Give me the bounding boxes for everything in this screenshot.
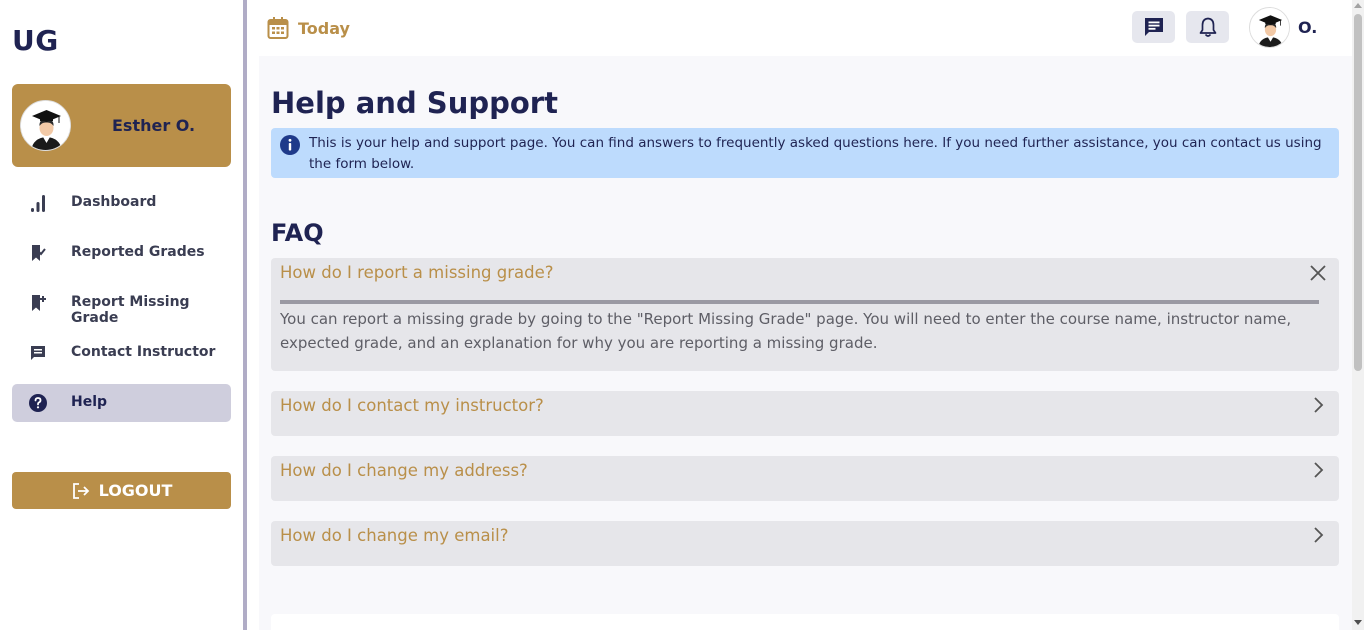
topbar: Today O. [247,0,1352,56]
sidebar: UG Esther O. Dashboard Reported Grades R… [0,0,243,630]
close-icon[interactable] [1309,264,1327,282]
graduate-avatar-icon [21,101,70,150]
notifications-button[interactable] [1186,11,1229,43]
user-initial[interactable]: O. [1298,18,1317,37]
sidebar-divider [243,0,247,630]
profile-name: Esther O. [112,116,196,135]
chat-icon [1144,18,1163,36]
scroll-up-arrow-icon[interactable] [1354,3,1362,8]
main-content: Help and Support This is your help and s… [259,56,1352,630]
contact-form-card [271,614,1339,630]
sidebar-item-contact-instructor[interactable]: Contact Instructor [12,334,231,372]
app-logo[interactable]: UG [12,24,59,57]
faq-question[interactable]: How do I contact my instructor? [280,396,544,415]
today-label: Today [298,18,350,38]
page-title: Help and Support [271,86,558,120]
graduate-avatar-icon [1250,8,1289,47]
sidebar-item-reported-grades[interactable]: Reported Grades [12,234,231,272]
info-text: This is your help and support page. You … [309,135,1322,172]
faq-item-change-email[interactable]: How do I change my email? [271,521,1339,566]
chevron-right-icon[interactable] [1309,396,1327,414]
message-icon [31,346,45,360]
user-avatar[interactable] [1249,7,1290,48]
info-alert: This is your help and support page. You … [271,128,1339,178]
sidebar-item-help[interactable]: Help [12,384,231,422]
calendar-icon [267,17,289,39]
help-circle-icon [29,394,47,412]
sidebar-item-label: Contact Instructor [71,344,216,360]
sidebar-nav: Dashboard Reported Grades Report Missing… [12,184,231,434]
chevron-right-icon[interactable] [1309,461,1327,479]
sidebar-item-label: Dashboard [71,194,157,210]
messages-button[interactable] [1132,11,1175,43]
scroll-down-arrow-icon[interactable] [1354,620,1362,625]
sidebar-item-label: Report Missing Grade [71,294,190,326]
bookmark-add-icon [32,295,46,311]
faq-heading: FAQ [271,219,324,247]
chevron-right-icon[interactable] [1309,526,1327,544]
faq-question[interactable]: How do I report a missing grade? [280,263,554,282]
faq-question[interactable]: How do I change my address? [280,461,528,480]
faq-item-contact-instructor[interactable]: How do I contact my instructor? [271,391,1339,436]
today-button[interactable]: Today [267,16,350,40]
faq-item-change-address[interactable]: How do I change my address? [271,456,1339,501]
bell-icon [1199,17,1216,37]
sidebar-item-dashboard[interactable]: Dashboard [12,184,231,222]
page-scrollbar[interactable] [1352,0,1364,630]
bookmark-check-icon [32,245,46,261]
info-icon [280,135,300,155]
faq-answer: You can report a missing grade by going … [280,310,1292,352]
avatar [20,100,71,151]
sidebar-item-label: Reported Grades [71,244,205,260]
bar-chart-icon [31,195,45,212]
faq-divider [280,300,1319,304]
logout-label: LOGOUT [98,481,173,500]
faq-question[interactable]: How do I change my email? [280,526,508,545]
profile-card[interactable]: Esther O. [12,84,231,167]
scroll-thumb[interactable] [1354,14,1362,371]
faq-item-report-missing-grade: How do I report a missing grade? You can… [271,258,1339,371]
sidebar-item-report-missing-grade[interactable]: Report Missing Grade [12,284,231,326]
logout-icon [72,482,89,499]
sidebar-item-label: Help [71,394,108,410]
logout-button[interactable]: LOGOUT [12,472,231,509]
